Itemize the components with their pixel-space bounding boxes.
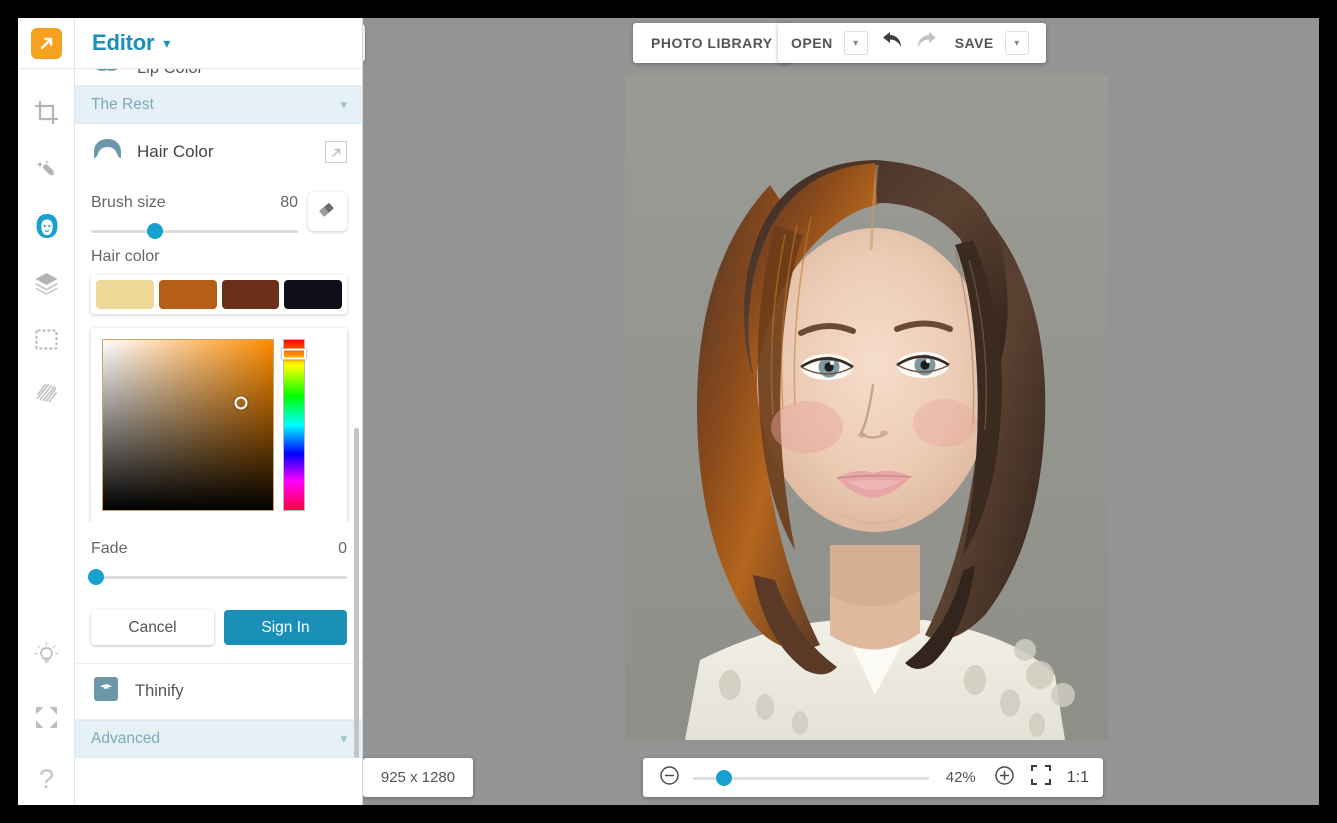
layers-icon	[33, 270, 60, 297]
panel-scrollbar[interactable]	[354, 428, 359, 758]
save-button[interactable]: SAVE	[955, 35, 994, 51]
fade-label: Fade	[91, 540, 127, 558]
hair-color-swatch-0[interactable]	[96, 280, 154, 309]
saturation-value-box[interactable]	[102, 339, 274, 511]
slider-track	[91, 230, 298, 233]
eraser-button[interactable]	[308, 192, 347, 231]
hue-slider[interactable]	[283, 339, 305, 511]
photo-canvas[interactable]	[625, 75, 1108, 740]
image-dimensions: 925 x 1280	[363, 758, 473, 797]
chevron-down-icon[interactable]: ▾	[340, 731, 347, 747]
rail-item-fullscreen[interactable]	[18, 691, 75, 743]
app-logo[interactable]	[18, 18, 75, 69]
zoom-slider[interactable]	[693, 768, 929, 788]
scale-icon	[91, 674, 121, 709]
redo-button[interactable]	[912, 30, 942, 56]
face-beauty-icon	[32, 211, 62, 241]
chevron-down-icon[interactable]: ▾	[163, 36, 170, 50]
slider-knob[interactable]	[88, 569, 104, 585]
photo-library-button[interactable]: PHOTO LIBRARY	[633, 23, 791, 63]
page-title: Editor	[92, 30, 154, 56]
color-selector-dot[interactable]	[234, 396, 247, 409]
rail-item-textures[interactable]	[18, 366, 75, 418]
zoom-out-button[interactable]	[657, 766, 681, 790]
sign-in-button[interactable]: Sign In	[224, 610, 347, 645]
section-header-advanced[interactable]: Advanced ▾	[75, 720, 363, 758]
hair-color-swatch-3[interactable]	[284, 280, 342, 309]
hair-color-swatch-1[interactable]	[159, 280, 217, 309]
undo-button[interactable]	[877, 30, 907, 56]
question-mark-icon: ?	[39, 764, 54, 795]
open-button[interactable]: OPEN	[791, 35, 833, 51]
actual-size-button[interactable]: 1:1	[1065, 769, 1089, 787]
zoom-in-button[interactable]	[993, 766, 1017, 790]
photo-library-label: PHOTO LIBRARY	[651, 35, 773, 51]
hair-color-swatch-2[interactable]	[222, 280, 280, 309]
texture-icon	[33, 379, 60, 406]
rail-item-tips[interactable]	[18, 628, 75, 680]
fit-screen-icon	[1030, 764, 1052, 791]
brush-size-control: Brush size 80	[75, 180, 363, 242]
lightbulb-icon	[33, 641, 60, 668]
zoom-percent-label: 42%	[941, 769, 981, 786]
tool-label: Thinify	[135, 682, 184, 701]
tool-row-hair-color[interactable]: Hair Color	[75, 124, 363, 180]
editor-window: ? Editor ▾ Lip Color The Rest	[18, 18, 1319, 805]
hair-color-label: Hair color	[91, 248, 159, 266]
eraser-icon	[317, 199, 338, 225]
slider-knob[interactable]	[716, 770, 732, 786]
premium-arrow-icon[interactable]	[325, 141, 347, 163]
black-gradient	[103, 340, 273, 510]
section-header-the-rest[interactable]: The Rest ▾	[75, 86, 363, 124]
panel-scroll-area[interactable]: Lip Color The Rest ▾ Hair Color	[75, 69, 363, 805]
brush-size-value: 80	[280, 194, 298, 212]
redo-arrow-icon	[915, 31, 939, 56]
hair-icon	[91, 137, 124, 168]
section-label: Advanced	[91, 730, 160, 748]
cancel-button[interactable]: Cancel	[91, 610, 214, 645]
tool-row-lip-color[interactable]: Lip Color	[75, 69, 363, 86]
action-buttons: Cancel Sign In	[91, 610, 347, 663]
slider-knob[interactable]	[147, 223, 163, 239]
rail-item-crop[interactable]	[18, 86, 75, 138]
fit-screen-button[interactable]	[1029, 766, 1053, 790]
color-picker	[91, 328, 347, 522]
open-dropdown-caret[interactable]: ▾	[844, 31, 868, 55]
tool-rail: ?	[18, 18, 75, 805]
slider-track	[91, 576, 347, 579]
effects-panel: Editor ▾ Lip Color The Rest ▾	[75, 18, 363, 805]
fade-value: 0	[338, 540, 347, 558]
fade-slider[interactable]	[91, 566, 347, 588]
magic-wand-icon	[33, 158, 60, 185]
fade-control: Fade 0 Cancel Sign In	[75, 522, 363, 663]
zoom-out-icon	[659, 765, 680, 791]
rail-item-help[interactable]: ?	[18, 753, 75, 805]
tool-label: Lip Color	[137, 69, 203, 78]
undo-arrow-icon	[880, 31, 904, 56]
rail-item-beautify[interactable]	[18, 200, 75, 252]
tool-label: Hair Color	[137, 142, 214, 162]
hair-color-swatches	[91, 275, 347, 314]
hair-color-control: Hair color	[75, 242, 363, 522]
arrow-logo-icon	[31, 28, 62, 59]
panel-header[interactable]: Editor ▾	[75, 18, 363, 69]
chevron-down-icon[interactable]: ▾	[340, 97, 347, 113]
lips-icon	[91, 69, 123, 80]
brush-size-slider[interactable]	[91, 220, 298, 242]
zoom-in-icon	[994, 765, 1015, 791]
frame-icon	[33, 326, 60, 353]
dimensions-label: 925 x 1280	[381, 769, 455, 786]
rail-item-frames[interactable]	[18, 313, 75, 365]
brush-size-label: Brush size	[91, 194, 166, 212]
zoom-toolbar: 42% 1:1	[643, 758, 1103, 797]
save-dropdown-caret[interactable]: ▾	[1005, 31, 1029, 55]
tool-row-thinify[interactable]: Thinify	[75, 663, 363, 720]
rail-item-layers[interactable]	[18, 257, 75, 309]
rail-item-touchup[interactable]	[18, 145, 75, 197]
expand-arrows-icon	[33, 704, 60, 731]
hue-selector[interactable]	[282, 348, 306, 359]
toolbar-actions: OPEN ▾ SAVE ▾	[778, 23, 1046, 63]
section-label: The Rest	[91, 96, 154, 114]
crop-icon	[33, 99, 60, 126]
